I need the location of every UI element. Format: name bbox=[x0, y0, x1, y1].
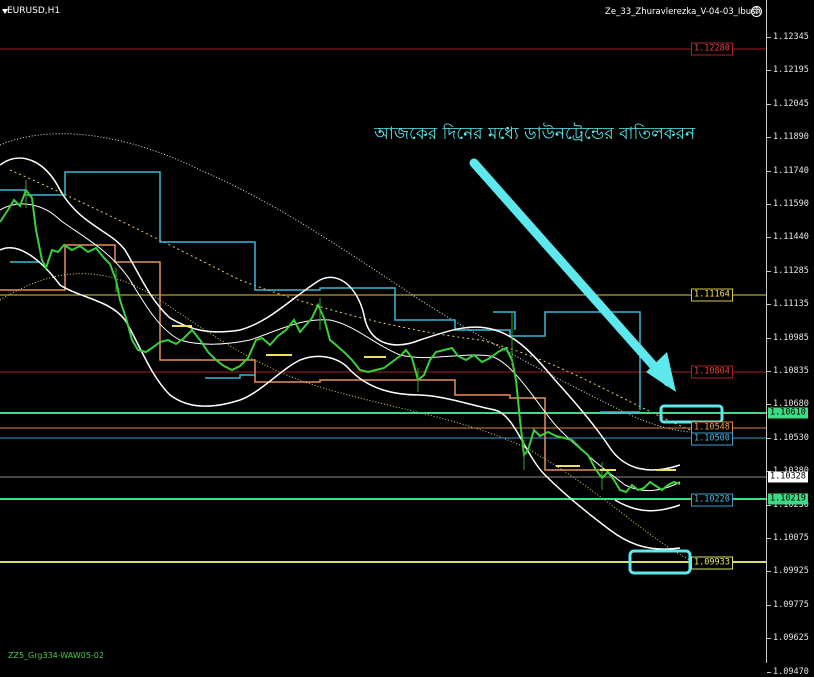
price-tick-label: 1.09775 bbox=[773, 599, 809, 610]
price-tick-label: 1.11285 bbox=[773, 265, 809, 276]
price-tick-mark bbox=[767, 371, 771, 372]
band-lower bbox=[0, 247, 681, 550]
price-tick-mark bbox=[767, 70, 771, 72]
price-tick-label: 1.11740 bbox=[773, 165, 809, 176]
price-tick-label: 1.10985 bbox=[773, 332, 809, 343]
price-tick-label: 1.09625 bbox=[773, 633, 809, 644]
band-lower-2 bbox=[614, 499, 681, 512]
level-label-111164: 1.11164 bbox=[691, 288, 733, 302]
mid-dotted bbox=[9, 169, 691, 431]
price-tick-mark bbox=[767, 170, 771, 172]
price-tick-mark bbox=[767, 604, 771, 606]
price-tick-mark bbox=[767, 504, 771, 506]
price-tick-label: 1.09925 bbox=[773, 566, 809, 577]
indicator-name: Ze_33_Zhuravlerezka_V-04-03_Ibush bbox=[605, 7, 761, 17]
price-tick-label: 1.12195 bbox=[773, 65, 809, 76]
price-axis[interactable]: 1.12345 1.12195 1.12045 1.11890 1.11740 1.115… bbox=[766, 0, 814, 677]
price-tick-mark bbox=[767, 137, 771, 139]
axis-flag-110610: 1.10610 bbox=[768, 407, 808, 419]
price-tick-mark bbox=[767, 237, 771, 239]
price-tick-mark bbox=[767, 404, 771, 406]
price-tick-label: 1.10075 bbox=[773, 533, 809, 543]
price-candles bbox=[0, 187, 681, 494]
price-tick-label: 1.10530 bbox=[773, 432, 809, 443]
price-tick-mark bbox=[767, 571, 771, 573]
price-tick-mark bbox=[767, 638, 771, 640]
price-tick-mark bbox=[767, 304, 771, 306]
axis-flag-110219: 1.10219 bbox=[768, 493, 808, 505]
price-tick-label: 1.10835 bbox=[773, 366, 809, 376]
symbol-label: EURUSD,H1 bbox=[7, 6, 61, 16]
price-tick-label: 1.11135 bbox=[773, 299, 809, 310]
price-tick-mark bbox=[767, 437, 771, 439]
level-label-109933: 1.09933 bbox=[691, 556, 733, 570]
signal-segments bbox=[172, 325, 676, 471]
level-label-110804: 1.10804 bbox=[691, 365, 733, 379]
chart-window[interactable]: 1.12280 1.11164 1.10804 1.10548 1.10500 … bbox=[0, 0, 814, 677]
step-channel-upper bbox=[0, 171, 641, 410]
price-tick-mark bbox=[767, 337, 771, 339]
price-tick-mark bbox=[767, 671, 771, 673]
price-tick-label: 1.09470 bbox=[773, 666, 809, 677]
level-label-112280: 1.12280 bbox=[691, 42, 733, 56]
price-tick-label: 1.11890 bbox=[773, 132, 809, 143]
price-tick-label: 1.11440 bbox=[773, 232, 809, 243]
price-tick-label: 1.12345 bbox=[773, 32, 809, 42]
price-tick-mark bbox=[767, 204, 771, 205]
level-label-110500: 1.10500 bbox=[691, 432, 733, 446]
price-wicks bbox=[25, 180, 603, 490]
price-tick-mark bbox=[767, 103, 771, 105]
price-tick-mark bbox=[767, 37, 771, 38]
price-tick-mark bbox=[767, 270, 771, 272]
expert-smiley-icon[interactable]: ☺ bbox=[751, 6, 762, 17]
axis-flag-current-price: 1.10328 bbox=[768, 471, 808, 483]
indicator-bottom-label: ZZ5_Grg334-WAW05-02 bbox=[8, 651, 104, 660]
price-tick-label: 1.11590 bbox=[773, 199, 809, 209]
price-tick-mark bbox=[767, 538, 771, 539]
chart-annotation: আজকের দিনের মধ্যে ডাউনট্রেন্ডের বাতিলকরন bbox=[374, 124, 696, 144]
level-label-110220: 1.10220 bbox=[691, 493, 733, 507]
price-tick-label: 1.12045 bbox=[773, 98, 809, 109]
band-upper bbox=[0, 157, 681, 471]
price-plot[interactable] bbox=[0, 0, 766, 663]
step-channel-upper-2 bbox=[205, 374, 255, 379]
